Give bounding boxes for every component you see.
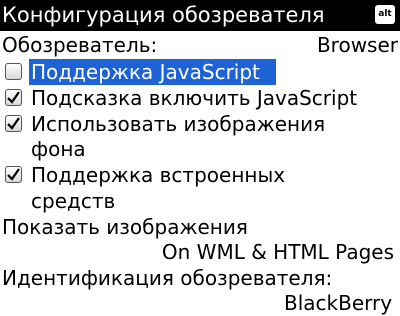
title-bar: Конфигурация обозревателя alt [0,0,400,31]
option-background-images-cont: фона [0,136,400,162]
show-images-label: Показать изображения [2,215,248,239]
browser-label: Обозреватель: [2,33,158,57]
window-title: Конфигурация обозревателя [2,3,325,27]
background-images-checkbox[interactable] [5,115,22,132]
browser-value[interactable]: Browser [317,32,398,58]
background-images-label-line1: Использовать изображения [31,112,326,136]
javascript-support-checkbox[interactable] [5,63,22,80]
browser-id-dropdown[interactable]: BlackBerry [284,290,392,316]
checkmark-icon [7,168,20,181]
option-javascript-support[interactable]: Поддержка JavaScript [0,59,400,85]
javascript-prompt-label: Подсказка включить JavaScript [31,86,358,110]
option-background-images[interactable]: Использовать изображения [0,111,400,137]
javascript-prompt-checkbox[interactable] [5,89,22,106]
show-images-row: Показать изображения [0,214,400,240]
browser-id-row: Идентификация обозревателя: [0,265,400,291]
option-embedded-media[interactable]: Поддержка встроенных [0,162,400,188]
browser-row[interactable]: Обозреватель: Browser [0,32,400,58]
browser-id-value-row[interactable]: BlackBerry [0,290,400,316]
show-images-value-row[interactable]: On WML & HTML Pages [0,239,400,265]
background-images-label-line2: фона [31,137,86,161]
javascript-support-label: Поддержка JavaScript [31,60,260,84]
option-javascript-prompt[interactable]: Подсказка включить JavaScript [0,85,400,111]
browser-id-label: Идентификация обозревателя: [2,266,333,290]
option-embedded-media-cont: средств [0,188,400,214]
alt-indicator-icon: alt [375,5,395,24]
show-images-dropdown[interactable]: On WML & HTML Pages [162,239,394,265]
embedded-media-label-line1: Поддержка встроенных [31,163,286,187]
embedded-media-checkbox[interactable] [5,166,22,183]
checkmark-icon [7,91,20,104]
checkmark-icon [7,117,20,130]
embedded-media-label-line2: средств [31,189,116,213]
